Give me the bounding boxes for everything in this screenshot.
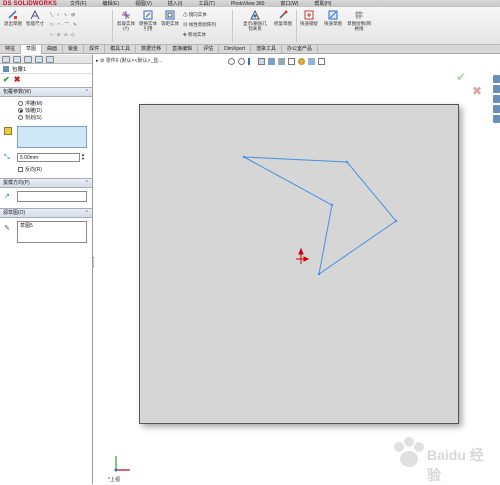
sketch-point[interactable] (345, 160, 349, 164)
baidu-watermark: Baidu 经验 (385, 433, 485, 483)
sketch-point[interactable] (330, 203, 334, 207)
sketch-point[interactable] (394, 219, 398, 223)
view-name-label: *上视 (108, 477, 120, 483)
sketch-origin-icon (296, 247, 310, 264)
sketch-point[interactable] (242, 155, 246, 159)
watermark-text: Baidu 经验 (427, 447, 484, 483)
sketch-point[interactable] (317, 272, 321, 276)
sketch-polyline[interactable] (243, 156, 397, 276)
sketch-canvas (114, 155, 398, 472)
sketch-vertices (242, 155, 398, 276)
view-triad-icon (114, 456, 130, 472)
